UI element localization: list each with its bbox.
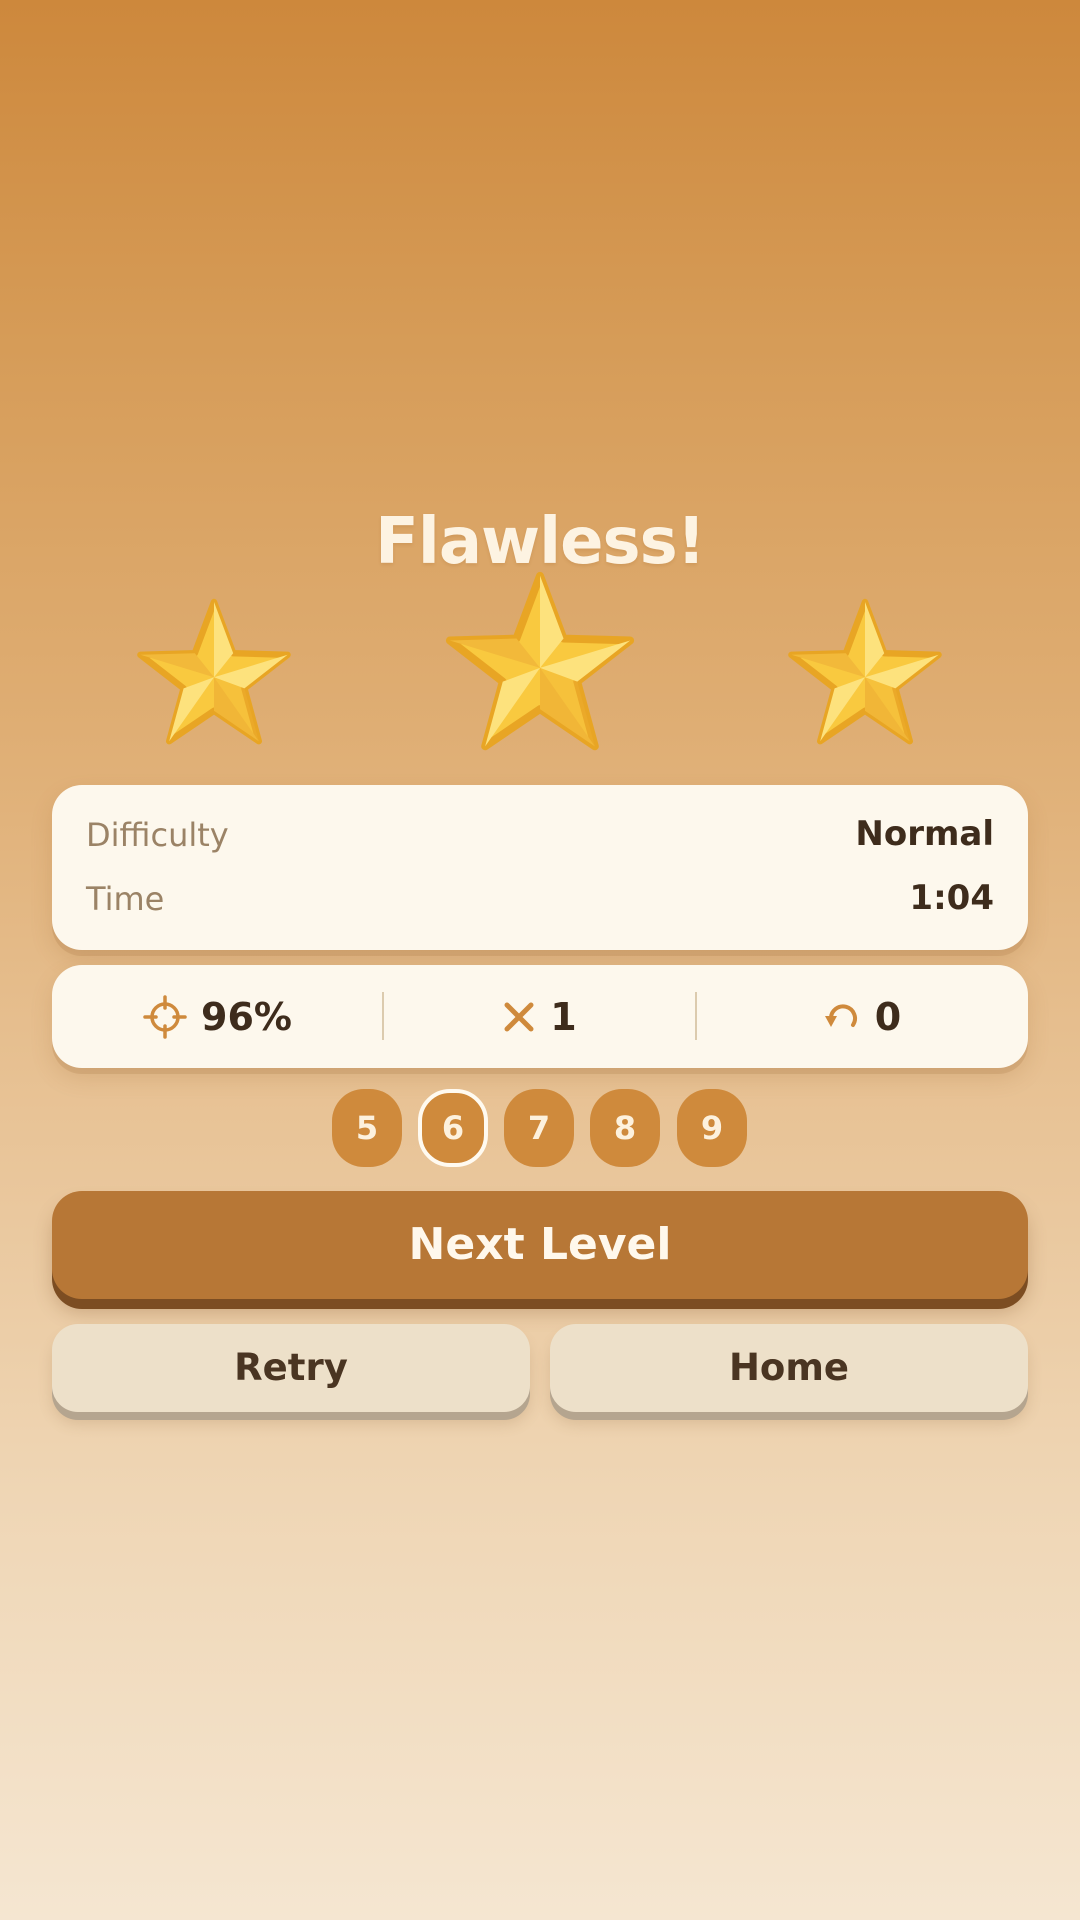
- star-icon: [134, 594, 294, 754]
- time-value: 1:04: [909, 878, 994, 918]
- difficulty-row: Difficulty Normal: [86, 808, 994, 858]
- accuracy-value: 96%: [201, 994, 292, 1039]
- star-icon: [785, 594, 945, 754]
- time-label: Time: [86, 880, 165, 918]
- retry-button[interactable]: Retry: [52, 1324, 530, 1412]
- undos-value: 0: [874, 994, 902, 1039]
- level-info-card: Difficulty Normal Time 1:04: [52, 785, 1028, 950]
- home-button[interactable]: Home: [550, 1324, 1028, 1412]
- undo-arrow-icon: [823, 998, 861, 1036]
- accuracy-stat: 96%: [52, 965, 383, 1068]
- x-mark-icon: [502, 1000, 536, 1034]
- level-5-button[interactable]: 5: [332, 1089, 402, 1167]
- mistakes-stat: 1: [383, 965, 696, 1068]
- time-row: Time 1:04: [86, 872, 994, 922]
- undos-stat: 0: [696, 965, 1028, 1068]
- level-6-button-current[interactable]: 6: [418, 1089, 488, 1167]
- difficulty-value: Normal: [855, 814, 994, 854]
- level-8-button[interactable]: 8: [590, 1089, 660, 1167]
- star-icon: [442, 566, 638, 762]
- level-selector: 5 6 7 8 9: [332, 1089, 748, 1167]
- mistakes-value: 1: [550, 994, 577, 1039]
- next-level-button[interactable]: Next Level: [52, 1191, 1028, 1299]
- stats-card: 96% 1 0: [52, 965, 1028, 1068]
- difficulty-label: Difficulty: [86, 816, 229, 854]
- crosshair-icon: [143, 994, 187, 1039]
- level-9-button[interactable]: 9: [677, 1089, 747, 1167]
- level-7-button[interactable]: 7: [504, 1089, 574, 1167]
